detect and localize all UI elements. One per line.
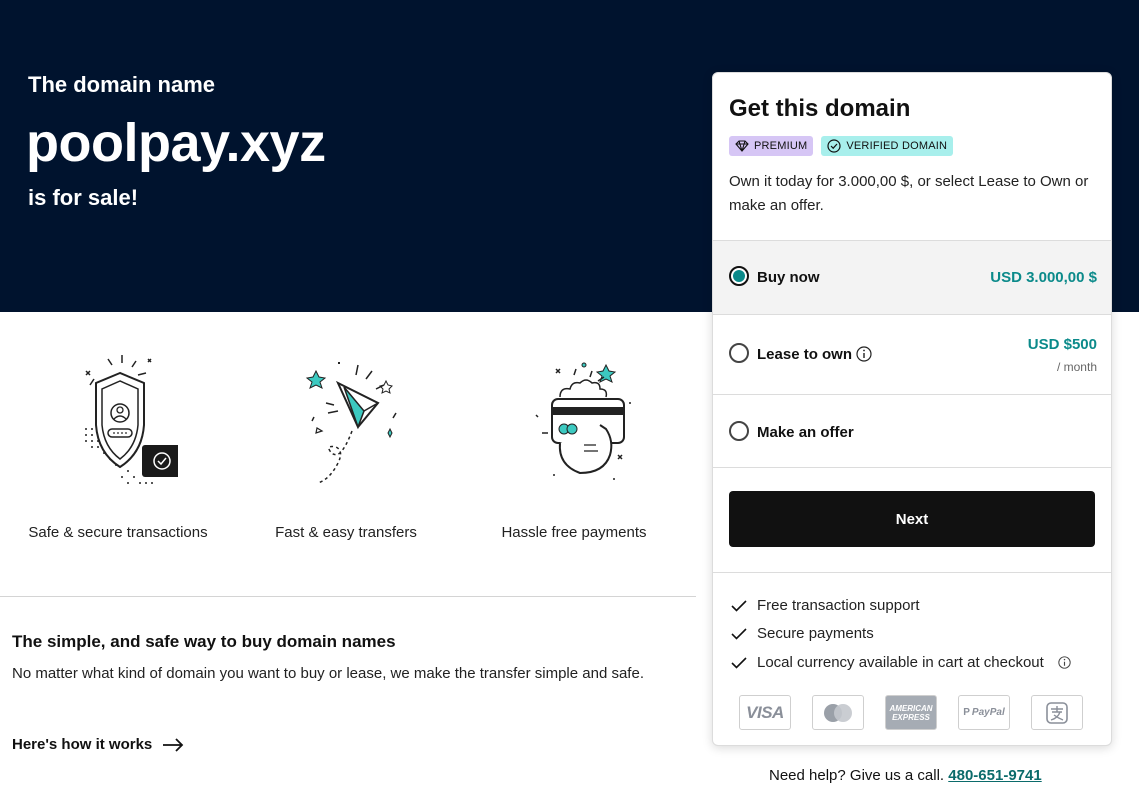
perk-item: Secure payments (731, 625, 874, 642)
card-description: Own it today for 3.000,00 $, or select L… (729, 173, 1089, 214)
visa-label: VISA (746, 702, 784, 722)
premium-badge: PREMIUM (729, 136, 814, 156)
lease-radio[interactable] (729, 343, 749, 363)
lease-label: Lease to own (757, 346, 853, 363)
shield-check-icon (85, 355, 178, 484)
paypal-label: PayPal (971, 707, 1005, 718)
premium-badge-label: PREMIUM (754, 140, 808, 152)
info-text: No matter what kind of domain you want t… (12, 665, 644, 682)
lease-price: USD $500 (1027, 336, 1097, 353)
check-icon (731, 656, 747, 669)
arrow-right-icon (163, 737, 184, 752)
perk-item: Free transaction support (731, 597, 920, 614)
check-icon (731, 599, 747, 612)
visa-icon: VISA (739, 695, 791, 730)
how-it-works-label: Here's how it works (12, 736, 153, 753)
help-text: Need help? Give us a call. (769, 767, 945, 784)
paypal-icon: P PayPal (958, 695, 1010, 730)
info-icon[interactable] (1058, 656, 1071, 669)
amex-icon: AMERICAN EXPRESS (885, 695, 937, 730)
option-buy-now[interactable]: Buy now USD 3.000,00 $ (713, 240, 1111, 314)
info-heading: The simple, and safe way to buy domain n… (12, 632, 396, 651)
buy-now-label: Buy now (757, 269, 820, 286)
diamond-icon (735, 140, 749, 152)
help-line: Need help? Give us a call. 480-651-9741 (769, 767, 1042, 784)
feature-label: Hassle free payments (501, 524, 647, 541)
purchase-card: Get this domain PREMIUM VERIFIED DOMAIN … (712, 72, 1112, 746)
hero-intro: The domain name (28, 72, 216, 97)
next-button[interactable]: Next (729, 491, 1095, 547)
feature-label: Fast & easy transfers (275, 524, 417, 541)
hand-card-icon (535, 362, 631, 480)
perks-divider (713, 572, 1111, 573)
alipay-icon (1031, 695, 1083, 730)
info-icon[interactable] (856, 346, 872, 362)
how-it-works-link[interactable]: Here's how it works (12, 736, 184, 753)
verified-badge: VERIFIED DOMAIN (821, 136, 954, 156)
amex-line1: AMERICAN (889, 703, 933, 713)
paper-plane-icon (305, 362, 397, 484)
offer-label: Make an offer (757, 424, 854, 441)
phone-link[interactable]: 480-651-9741 (948, 767, 1041, 784)
domain-name-title: poolpay.xyz (26, 113, 326, 173)
offer-radio[interactable] (729, 421, 749, 441)
feature-label: Safe & secure transactions (28, 524, 208, 541)
verified-badge-label: VERIFIED DOMAIN (846, 140, 948, 152)
badge-row: PREMIUM VERIFIED DOMAIN (729, 136, 954, 156)
option-lease-to-own[interactable]: Lease to own USD $500 / month (713, 314, 1111, 394)
option-make-offer[interactable]: Make an offer (713, 394, 1111, 468)
check-icon (731, 627, 747, 640)
check-circle-icon (827, 139, 841, 153)
amex-line2: EXPRESS (892, 712, 930, 722)
lease-per-month: / month (1056, 360, 1097, 374)
feature-payments: Hassle free payments (474, 355, 674, 541)
section-divider (0, 596, 696, 597)
perk-label: Free transaction support (757, 597, 920, 614)
payment-methods: VISA AMERICAN EXPRESS P PayPal (739, 695, 1083, 730)
perk-label: Local currency available in cart at chec… (757, 654, 1044, 671)
mastercard-icon (812, 695, 864, 730)
feature-fast: Fast & easy transfers (246, 355, 446, 541)
buy-now-price: USD 3.000,00 $ (990, 269, 1097, 286)
card-title: Get this domain (729, 95, 911, 122)
perk-item: Local currency available in cart at chec… (731, 654, 1071, 671)
feature-secure: Safe & secure transactions (18, 355, 218, 541)
hero-for-sale: is for sale! (28, 185, 139, 210)
perk-label: Secure payments (757, 625, 874, 642)
buy-now-radio[interactable] (729, 266, 749, 286)
